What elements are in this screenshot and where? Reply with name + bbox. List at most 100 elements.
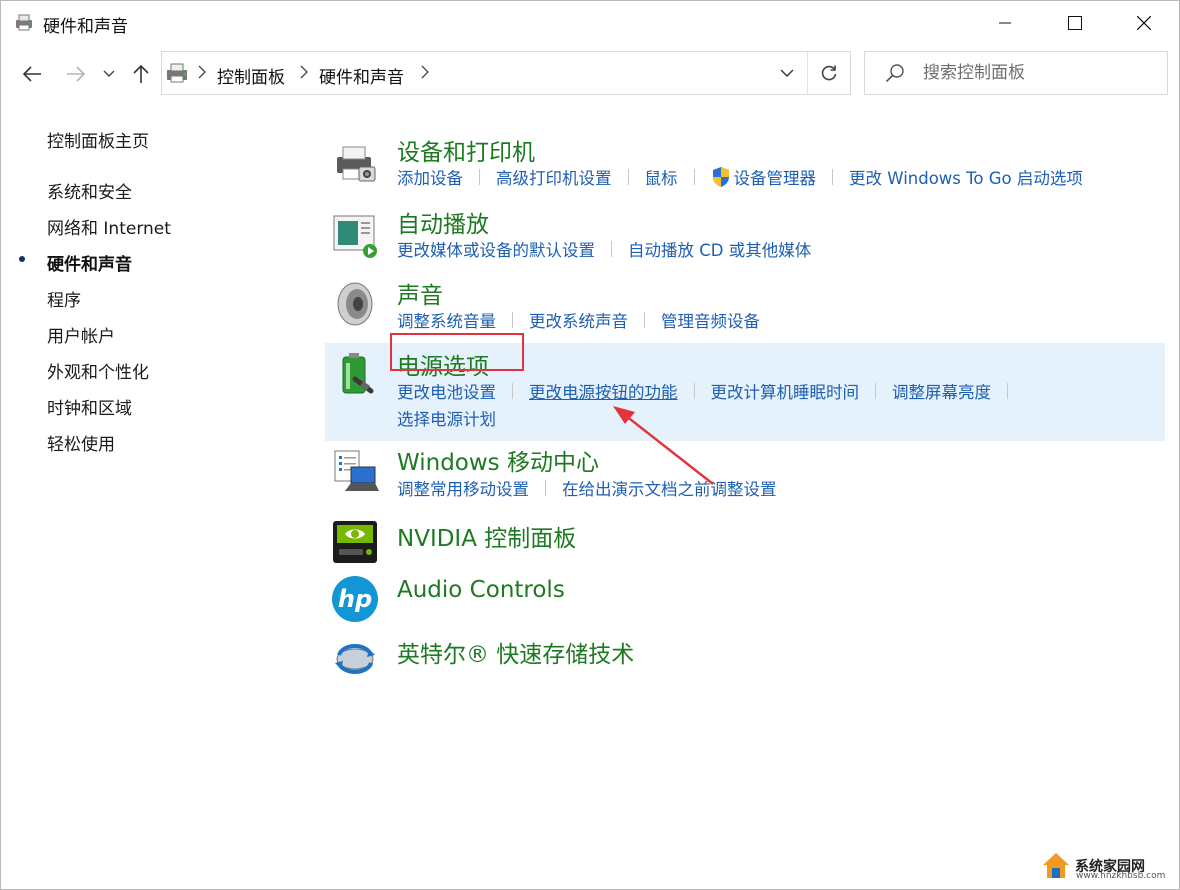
link-separator (479, 169, 480, 185)
chevron-down-icon (780, 69, 794, 77)
sound-links: 调整系统音量 更改系统声音 管理音频设备 (397, 308, 760, 332)
breadcrumb-control-panel[interactable]: 控制面板 (217, 63, 285, 88)
address-bar[interactable]: 控制面板 硬件和声音 (161, 51, 851, 95)
autoplay-icon (331, 211, 379, 259)
arrow-up-icon (133, 64, 149, 83)
mobility-center-icon (331, 447, 379, 495)
link-windows-to-go[interactable]: 更改 Windows To Go 启动选项 (849, 165, 1083, 189)
link-separator (875, 383, 876, 399)
nvidia-icon (331, 517, 379, 565)
category-title-audio-controls[interactable]: Audio Controls (397, 577, 565, 603)
power-options-links-row2: 选择电源计划 (397, 406, 496, 430)
annotation-highlight-box (390, 333, 524, 371)
link-advanced-printer-settings[interactable]: 高级打印机设置 (496, 165, 612, 189)
search-icon (885, 64, 904, 83)
chevron-down-icon (103, 70, 115, 77)
hardware-sound-icon (13, 11, 35, 33)
close-button[interactable] (1109, 1, 1179, 45)
category-title-mobility-center[interactable]: Windows 移动中心 (397, 443, 599, 477)
search-box[interactable] (864, 51, 1168, 95)
link-adjust-brightness[interactable]: 调整屏幕亮度 (892, 379, 991, 403)
sidebar-item-programs[interactable]: 程序 (47, 286, 81, 311)
link-adjust-mobility-settings[interactable]: 调整常用移动设置 (397, 476, 529, 500)
category-title-autoplay[interactable]: 自动播放 (397, 205, 489, 239)
sidebar-item-network-internet[interactable]: 网络和 Internet (47, 214, 171, 239)
link-separator (627, 169, 629, 185)
category-audio-controls: hp Audio Controls (325, 571, 1165, 627)
category-title-nvidia[interactable]: NVIDIA 控制面板 (397, 519, 576, 553)
forward-button[interactable] (61, 59, 91, 89)
category-autoplay: 自动播放 更改媒体或设备的默认设置 自动播放 CD 或其他媒体 (325, 201, 1165, 267)
minimize-button[interactable] (970, 1, 1040, 45)
hp-logo-icon: hp (331, 575, 379, 623)
link-separator (644, 312, 645, 328)
link-separator (545, 480, 546, 496)
svg-text:hp: hp (338, 585, 372, 613)
link-device-manager[interactable]: 设备管理器 (734, 165, 817, 189)
category-title-devices-printers[interactable]: 设备和打印机 (397, 133, 535, 167)
arrow-right-icon (67, 66, 86, 82)
sidebar-item-ease-of-access[interactable]: 轻松使用 (47, 430, 115, 455)
chevron-right-icon (198, 65, 206, 79)
sidebar-item-hardware-sound[interactable]: 硬件和声音 (47, 250, 132, 275)
refresh-icon (821, 65, 837, 81)
intel-rst-icon (331, 633, 379, 681)
chevron-right-icon (421, 65, 429, 79)
address-history-dropdown[interactable] (768, 52, 806, 94)
chevron-right-icon (300, 65, 308, 79)
watermark: 系统家园网 www.hnzkhbsb.com (1041, 851, 1165, 881)
arrow-left-icon (22, 66, 41, 82)
link-change-system-sounds[interactable]: 更改系统声音 (529, 308, 628, 332)
uac-shield-icon (711, 166, 731, 188)
link-change-media-defaults[interactable]: 更改媒体或设备的默认设置 (397, 237, 595, 261)
sidebar-item-system-security[interactable]: 系统和安全 (47, 178, 132, 203)
close-icon (1137, 16, 1151, 30)
sidebar-item-control-panel-home[interactable]: 控制面板主页 (47, 127, 149, 152)
category-devices-printers: 设备和打印机 添加设备 高级打印机设置 鼠标 设备管理器 更改 Windows … (325, 129, 1165, 195)
link-change-sleep-time[interactable]: 更改计算机睡眠时间 (711, 379, 860, 403)
refresh-button[interactable] (808, 52, 850, 94)
link-choose-power-plan[interactable]: 选择电源计划 (397, 406, 496, 430)
minimize-icon (999, 22, 1011, 24)
link-separator (1007, 383, 1008, 399)
sidebar-item-user-accounts[interactable]: 用户帐户 (47, 322, 115, 347)
hardware-sound-icon (164, 60, 192, 86)
category-sound: 声音 调整系统音量 更改系统声音 管理音频设备 (325, 272, 1165, 338)
speaker-icon (331, 280, 379, 328)
printer-icon (331, 139, 379, 187)
devices-printers-links: 添加设备 高级打印机设置 鼠标 设备管理器 更改 Windows To Go 启… (397, 165, 1083, 189)
back-button[interactable] (17, 59, 47, 89)
link-separator (832, 169, 833, 185)
title-bar: 硬件和声音 (1, 1, 1179, 47)
window-title: 硬件和声音 (43, 17, 128, 37)
link-change-battery-settings[interactable]: 更改电池设置 (397, 379, 496, 403)
link-manage-audio-devices[interactable]: 管理音频设备 (661, 308, 760, 332)
link-separator (693, 169, 695, 185)
category-nvidia: NVIDIA 控制面板 (325, 513, 1165, 569)
sidebar-item-clock-region[interactable]: 时钟和区域 (47, 394, 132, 419)
category-intel-rst: 英特尔® 快速存储技术 (325, 629, 1165, 685)
current-item-bullet (19, 256, 25, 262)
control-panel-window: 硬件和声音 控制面板 硬件和声音 搜索控制面板 控制面板主页 系统和安全 网络和… (0, 0, 1180, 890)
breadcrumb-hardware-sound[interactable]: 硬件和声音 (319, 63, 404, 88)
link-adjust-volume[interactable]: 调整系统音量 (397, 308, 496, 332)
house-logo-icon (1043, 853, 1069, 878)
link-separator (611, 241, 612, 257)
link-mouse[interactable]: 鼠标 (645, 165, 678, 189)
category-title-sound[interactable]: 声音 (397, 276, 443, 310)
category-title-intel-rst[interactable]: 英特尔® 快速存储技术 (397, 635, 634, 669)
link-autoplay-cd[interactable]: 自动播放 CD 或其他媒体 (628, 237, 811, 261)
maximize-icon (1068, 16, 1082, 30)
link-separator (512, 383, 513, 399)
maximize-button[interactable] (1040, 1, 1110, 45)
up-button[interactable] (126, 59, 156, 89)
category-mobility-center: Windows 移动中心 调整常用移动设置 在给出演示文档之前调整设置 (325, 441, 1165, 507)
recent-locations-button[interactable] (97, 59, 121, 89)
autoplay-links: 更改媒体或设备的默认设置 自动播放 CD 或其他媒体 (397, 237, 811, 261)
search-input[interactable] (923, 60, 1153, 86)
sidebar-item-appearance[interactable]: 外观和个性化 (47, 358, 149, 383)
link-separator (512, 312, 513, 328)
link-add-device[interactable]: 添加设备 (397, 165, 463, 189)
battery-icon (331, 349, 379, 397)
annotation-arrow (613, 406, 714, 485)
